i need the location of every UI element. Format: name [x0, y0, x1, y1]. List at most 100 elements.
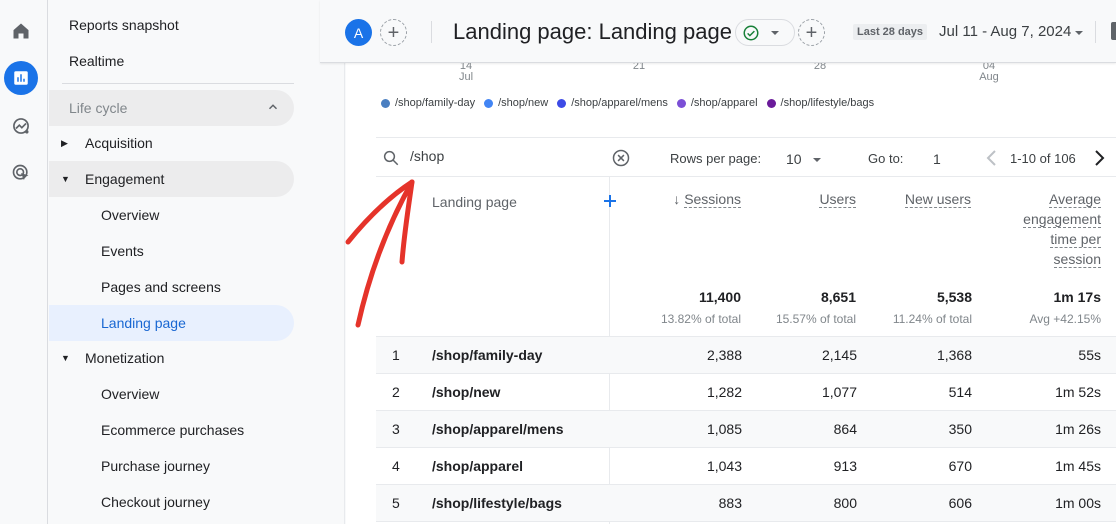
- row-sessions: 883: [718, 495, 742, 511]
- caret-down-icon: ▼: [61, 174, 70, 184]
- chevron-up-icon: [268, 104, 278, 110]
- legend-dot-icon: [557, 98, 567, 108]
- nav-engagement-overview[interactable]: Overview: [49, 197, 294, 233]
- nav-monetization-overview[interactable]: Overview: [49, 376, 294, 412]
- row-avg-engagement-time: 55s: [1078, 347, 1101, 363]
- table-row[interactable]: 1/shop/family-day 2,388 2,145 1,368 55s: [376, 337, 1116, 374]
- reports-button[interactable]: [4, 61, 38, 95]
- chart-legend: /shop/family-day/shop/new/shop/apparel/m…: [381, 97, 883, 109]
- row-new-users: 350: [948, 421, 972, 437]
- row-landing-page[interactable]: /shop/apparel/mens: [432, 421, 563, 437]
- nav-section-label: Life cycle: [69, 100, 128, 116]
- nav-landing-page[interactable]: Landing page: [49, 305, 294, 341]
- report-header: A + Landing page: Landing page + Last 28…: [320, 0, 1116, 63]
- row-landing-page[interactable]: /shop/apparel: [432, 458, 523, 474]
- nav-acquisition[interactable]: ▶ Acquisition: [49, 125, 294, 161]
- home-button[interactable]: [4, 14, 38, 48]
- advertising-button[interactable]: [4, 156, 38, 190]
- legend-label: /shop/family-day: [395, 97, 476, 109]
- header-label: Average: [1049, 191, 1101, 208]
- search-input[interactable]: [410, 148, 600, 164]
- row-rank: 5: [392, 495, 400, 511]
- rows-per-page-select[interactable]: 10: [786, 151, 802, 167]
- nav-ecommerce-purchases[interactable]: Ecommerce purchases: [49, 412, 294, 448]
- legend-label: /shop/apparel: [690, 97, 758, 109]
- header-label: engagement: [1023, 211, 1101, 228]
- header-divider: [431, 21, 432, 43]
- previous-page-icon[interactable]: [984, 149, 1000, 167]
- row-sessions: 1,085: [706, 421, 742, 437]
- date-dropdown-icon[interactable]: [1074, 28, 1084, 38]
- add-dimension-icon[interactable]: [603, 194, 617, 208]
- nav-monetization[interactable]: ▼ Monetization: [49, 340, 294, 376]
- nav-purchase-journey[interactable]: Purchase journey: [49, 448, 294, 484]
- nav-realtime[interactable]: Realtime: [49, 43, 294, 79]
- dropdown-arrow-icon: [771, 30, 779, 35]
- row-users: 800: [833, 495, 857, 511]
- nav-reports-snapshot[interactable]: Reports snapshot: [49, 7, 294, 43]
- nav-label: Reports snapshot: [69, 17, 179, 33]
- legend-label: /shop/lifestyle/bags: [780, 97, 875, 109]
- table-row[interactable]: 5/shop/lifestyle/bags 883 800 606 1m 00s: [376, 485, 1116, 522]
- row-new-users: 514: [948, 384, 972, 400]
- column-header-users[interactable]: Users: [776, 189, 856, 209]
- caret-right-icon: ▶: [61, 137, 68, 148]
- goto-label: Go to:: [868, 151, 904, 166]
- nav-label: Checkout journey: [101, 494, 210, 510]
- goto-page-input[interactable]: 1: [933, 151, 941, 167]
- header-divider: [1095, 21, 1096, 43]
- rows-dropdown-icon[interactable]: [812, 155, 822, 165]
- report-navigation: Reports snapshot Realtime Life cycle ▶ A…: [49, 0, 345, 524]
- row-avg-engagement-time: 1m 52s: [1055, 384, 1101, 400]
- explore-button[interactable]: [4, 109, 38, 143]
- nav-label: Purchase journey: [101, 458, 210, 474]
- row-avg-engagement-time: 1m 00s: [1055, 495, 1101, 511]
- header-label: Sessions: [684, 191, 741, 208]
- nav-pages-and-screens[interactable]: Pages and screens: [49, 269, 294, 305]
- date-range-picker[interactable]: Jul 11 - Aug 7, 2024: [939, 23, 1071, 40]
- explore-icon: [13, 118, 29, 134]
- table-header: Landing page ↓ Sessions Users New users …: [376, 177, 1116, 337]
- nav-label: Pages and screens: [101, 279, 221, 295]
- column-header-new-users[interactable]: New users: [871, 189, 971, 209]
- avg-engagement-comparison: Avg +42.15%: [1029, 312, 1101, 326]
- row-landing-page[interactable]: /shop/lifestyle/bags: [432, 495, 562, 511]
- nav-label: Engagement: [85, 171, 165, 187]
- total-sessions-share: 13.82% of total: [660, 312, 741, 326]
- nav-label: Ecommerce purchases: [101, 422, 245, 438]
- table-row[interactable]: 4/shop/apparel 1,043 913 670 1m 45s: [376, 448, 1116, 485]
- share-icon[interactable]: [1111, 22, 1116, 40]
- add-filter-button[interactable]: +: [798, 19, 825, 46]
- nav-engagement[interactable]: ▼ Engagement: [49, 161, 294, 197]
- report-content: 14 Jul 21 28 04 Aug /shop/family-day/shop/…: [346, 60, 1116, 524]
- row-users: 864: [833, 421, 857, 437]
- column-header-sessions[interactable]: ↓ Sessions: [661, 189, 741, 209]
- nav-events[interactable]: Events: [49, 233, 294, 269]
- header-label: Users: [819, 191, 856, 208]
- column-header-avg-engagement-time[interactable]: Average engagement time per session: [996, 189, 1101, 269]
- report-status-dropdown[interactable]: [735, 19, 795, 46]
- advertising-icon: [12, 164, 29, 181]
- nav-checkout-journey[interactable]: Checkout journey: [49, 484, 294, 520]
- legend-item: /shop/apparel/mens: [557, 97, 668, 109]
- total-users-share: 15.57% of total: [775, 312, 856, 326]
- comparison-avatar[interactable]: A: [345, 19, 372, 46]
- header-label: time per: [1050, 231, 1101, 248]
- pagination-range: 1-10 of 106: [1010, 151, 1076, 166]
- nav-label: Overview: [101, 207, 160, 223]
- row-sessions: 2,388: [706, 347, 742, 363]
- next-page-icon[interactable]: [1091, 149, 1107, 167]
- dimension-header[interactable]: Landing page: [432, 192, 517, 212]
- x-axis-tick: 04 Aug: [979, 60, 999, 83]
- row-landing-page[interactable]: /shop/family-day: [432, 347, 542, 363]
- row-landing-page[interactable]: /shop/new: [432, 384, 500, 400]
- add-comparison-button[interactable]: +: [380, 19, 407, 46]
- row-sessions: 1,282: [706, 384, 742, 400]
- table-toolbar: Rows per page: 10 Go to: 1 1-10 of 106: [376, 137, 1116, 177]
- table-row[interactable]: 2/shop/new 1,282 1,077 514 1m 52s: [376, 374, 1116, 411]
- clear-search-icon[interactable]: [611, 148, 631, 168]
- row-rank: 1: [392, 347, 400, 363]
- nav-section-life-cycle[interactable]: Life cycle: [49, 90, 294, 126]
- table-row[interactable]: 3/shop/apparel/mens 1,085 864 350 1m 26s: [376, 411, 1116, 448]
- legend-dot-icon: [381, 98, 390, 108]
